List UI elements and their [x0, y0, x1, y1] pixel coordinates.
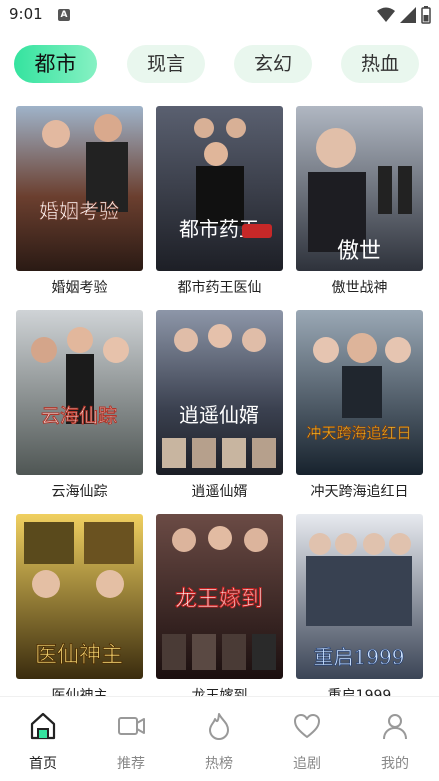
- drama-card[interactable]: 云海仙踪 云海仙踪: [16, 310, 143, 500]
- drama-title: 逍遥仙婿: [191, 484, 248, 500]
- drama-card[interactable]: 医仙神主 医仙神主: [16, 514, 143, 696]
- tab-xuanhuan[interactable]: 玄幻: [234, 45, 312, 83]
- category-tabs: 都市 现言 玄幻 热血: [0, 45, 439, 85]
- drama-poster: 重启1999: [296, 514, 423, 679]
- drama-poster: 冲天跨海追红日: [296, 310, 423, 475]
- nav-mine[interactable]: 我的: [365, 711, 425, 773]
- tab-xianyan[interactable]: 现言: [127, 45, 205, 83]
- drama-title: 都市药王医仙: [177, 280, 262, 296]
- nav-label: 首页: [29, 756, 57, 772]
- drama-card[interactable]: 龙王嫁到 龙王嫁到: [156, 514, 283, 696]
- drama-poster: 龙王嫁到: [156, 514, 283, 679]
- status-time: 9:01: [9, 5, 43, 23]
- poster-title: 医仙神主: [35, 643, 123, 668]
- drama-title: 重启1999: [327, 688, 392, 696]
- nav-recommend[interactable]: 推荐: [101, 711, 161, 773]
- drama-title: 医仙神主: [51, 688, 108, 696]
- status-icons: [377, 6, 431, 24]
- drama-title: 婚姻考验: [51, 280, 108, 296]
- drama-title: 龙王嫁到: [191, 688, 248, 696]
- nav-follow[interactable]: 追剧: [277, 711, 337, 773]
- bottom-nav: 首页 推荐 热榜 追剧 我的: [0, 696, 439, 781]
- poster-title: 婚姻考验: [39, 199, 119, 223]
- drama-title: 冲天跨海追红日: [310, 484, 409, 500]
- drama-poster: 云海仙踪: [16, 310, 143, 475]
- home-icon: [30, 712, 56, 740]
- drama-title: 云海仙踪: [51, 484, 108, 500]
- heart-icon: [294, 714, 320, 738]
- tab-rexue[interactable]: 热血: [341, 45, 419, 83]
- poster-title: 冲天跨海追红日: [306, 424, 411, 442]
- drama-card[interactable]: 婚姻考验 婚姻考验: [16, 106, 143, 296]
- drama-card[interactable]: 傲世 傲世战神: [296, 106, 423, 296]
- nav-hot[interactable]: 热榜: [189, 711, 249, 773]
- drama-poster: 傲世: [296, 106, 423, 271]
- drama-poster: 逍遥仙婿: [156, 310, 283, 475]
- battery-icon: [421, 6, 431, 24]
- drama-card[interactable]: 都市药王 都市药王医仙: [156, 106, 283, 296]
- drama-grid: 婚姻考验 婚姻考验 都市药王 都市药王医仙 傲世 傲世战神 云海仙踪 云海仙踪 …: [0, 106, 439, 696]
- drama-card[interactable]: 重启1999 重启1999: [296, 514, 423, 696]
- poster-title: 逍遥仙婿: [179, 403, 259, 427]
- drama-card[interactable]: 冲天跨海追红日 冲天跨海追红日: [296, 310, 423, 500]
- poster-title: 云海仙踪: [41, 405, 117, 427]
- video-icon: [118, 717, 145, 735]
- poster-title: 傲世: [337, 239, 381, 264]
- nav-label: 我的: [381, 756, 409, 772]
- drama-card[interactable]: 逍遥仙婿 逍遥仙婿: [156, 310, 283, 500]
- nav-label: 推荐: [117, 756, 145, 772]
- nav-home[interactable]: 首页: [13, 711, 73, 773]
- wifi-icon: [377, 7, 395, 22]
- nav-label: 热榜: [205, 756, 233, 772]
- drama-title: 傲世战神: [331, 280, 388, 296]
- status-bar: 9:01 A: [0, 0, 439, 30]
- signal-icon: [400, 7, 416, 23]
- drama-poster: 婚姻考验: [16, 106, 143, 271]
- poster-title: 龙王嫁到: [175, 587, 263, 612]
- flame-icon: [209, 713, 229, 740]
- user-icon: [383, 714, 407, 740]
- poster-title: 重启1999: [314, 645, 405, 669]
- drama-poster: 都市药王: [156, 106, 283, 271]
- nav-label: 追剧: [293, 756, 321, 772]
- tab-dushi[interactable]: 都市: [14, 45, 97, 83]
- notification-icon: A: [58, 9, 70, 21]
- drama-poster: 医仙神主: [16, 514, 143, 679]
